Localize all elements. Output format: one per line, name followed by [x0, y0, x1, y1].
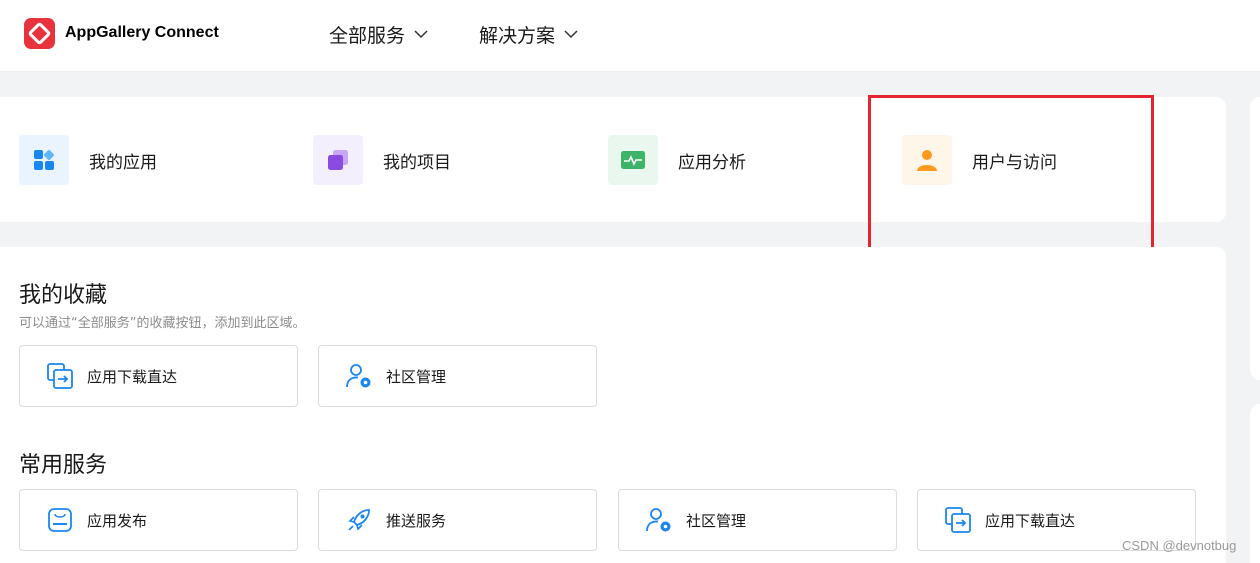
chevron-down-icon: [414, 30, 428, 39]
fav-download-direct-label: 应用下载直达: [87, 367, 178, 386]
svc-community-admin[interactable]: 社区管理: [618, 489, 897, 551]
quick-users-access[interactable]: 用户与访问: [902, 135, 1057, 185]
svc-push[interactable]: 推送服务: [318, 489, 597, 551]
quick-app-analytics[interactable]: 应用分析: [608, 135, 746, 185]
favorites-subtitle: 可以通过“全部服务”的收藏按钮，添加到此区域。: [19, 316, 306, 331]
nav-solutions-label: 解决方案: [479, 25, 556, 47]
nav-solutions[interactable]: 解决方案: [479, 21, 578, 48]
side-panel-top: [1250, 97, 1260, 380]
svc-app-release[interactable]: 应用发布: [19, 489, 298, 551]
fav-download-direct[interactable]: 应用下载直达: [19, 345, 298, 407]
fav-community-admin-label: 社区管理: [386, 367, 447, 386]
community-admin-icon: [645, 506, 673, 534]
download-direct-icon: [46, 362, 74, 390]
app-release-icon: [46, 506, 74, 534]
side-panel-bottom: [1250, 404, 1260, 563]
projects-icon: [313, 135, 363, 185]
push-rocket-icon: [345, 506, 373, 534]
quick-my-projects[interactable]: 我的项目: [313, 135, 451, 185]
brand-name[interactable]: AppGallery Connect: [65, 24, 219, 42]
svc-app-release-label: 应用发布: [87, 511, 148, 530]
apps-icon: [19, 135, 69, 185]
nav-all-services[interactable]: 全部服务: [329, 21, 428, 48]
quick-access-card: 我的应用 我的项目 应用分析 用户与访问: [0, 97, 1226, 222]
chevron-down-icon: [564, 30, 578, 39]
quick-app-analytics-label: 应用分析: [678, 152, 746, 173]
svc-community-admin-label: 社区管理: [686, 511, 747, 530]
quick-my-apps-label: 我的应用: [89, 152, 157, 173]
svc-download-direct-label: 应用下载直达: [985, 511, 1076, 530]
fav-community-admin[interactable]: 社区管理: [318, 345, 597, 407]
quick-my-projects-label: 我的项目: [383, 152, 451, 173]
appgallery-logo-icon[interactable]: [24, 18, 55, 49]
common-services-title: 常用服务: [19, 453, 108, 478]
quick-users-access-label: 用户与访问: [972, 152, 1057, 173]
analytics-icon: [608, 135, 658, 185]
nav-all-services-label: 全部服务: [329, 25, 406, 47]
top-bar: AppGallery Connect 全部服务 解决方案: [0, 0, 1260, 72]
quick-my-apps[interactable]: 我的应用: [19, 135, 157, 185]
services-card: 我的收藏 可以通过“全部服务”的收藏按钮，添加到此区域。 应用下载直达 社区管理…: [0, 247, 1226, 563]
user-icon: [902, 135, 952, 185]
watermark: CSDN @devnotbug: [1122, 538, 1237, 553]
download-direct-icon: [944, 506, 972, 534]
community-admin-icon: [345, 362, 373, 390]
favorites-title: 我的收藏: [19, 283, 108, 308]
svc-push-label: 推送服务: [386, 511, 447, 530]
